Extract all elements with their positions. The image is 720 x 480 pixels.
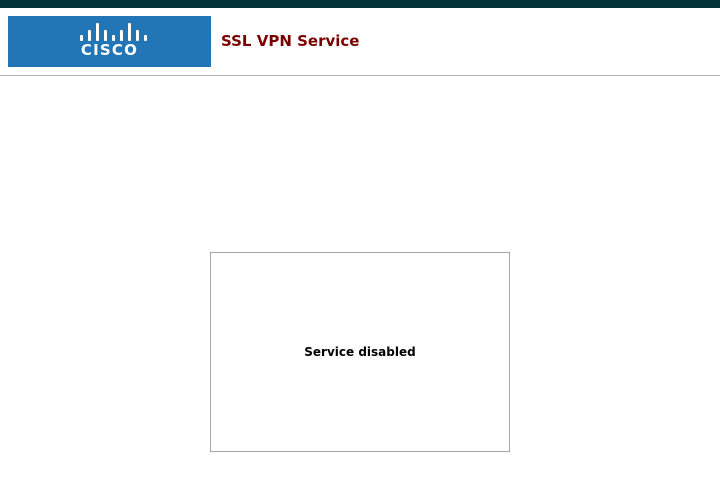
status-message: Service disabled xyxy=(304,345,416,359)
page-title: SSL VPN Service xyxy=(221,32,360,50)
header-divider xyxy=(0,75,720,76)
status-panel: Service disabled xyxy=(210,252,510,452)
cisco-wordmark: CISCO xyxy=(80,41,139,59)
top-accent-bar xyxy=(0,0,720,8)
cisco-logo: CISCO xyxy=(8,16,211,67)
cisco-bridge-logo-icon xyxy=(80,23,148,41)
header: CISCO SSL VPN Service xyxy=(0,8,720,75)
